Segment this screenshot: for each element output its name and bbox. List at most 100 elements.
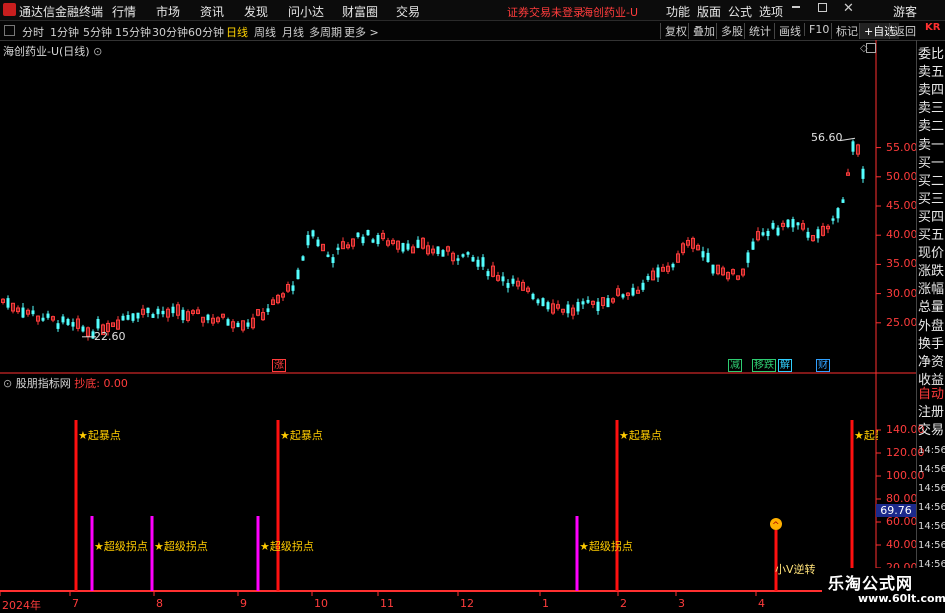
quote-field-label[interactable]: 涨幅 (918, 280, 945, 299)
candle-body (266, 308, 270, 312)
app-title: 通达信金融终端 (19, 5, 104, 19)
quote-field-label[interactable]: 买二 (918, 172, 945, 191)
login-warning[interactable]: 证券交易未登录 (507, 4, 584, 20)
quote-field-label[interactable]: 现价 (918, 244, 945, 263)
candle-body (136, 312, 140, 319)
period-tab-timeshare[interactable]: 分时 (22, 24, 44, 40)
guest-label[interactable]: 游客 (893, 3, 917, 20)
period-tab-monthly[interactable]: 月线 (282, 24, 304, 40)
quote-field-label[interactable]: 卖一 (918, 136, 945, 155)
multi-stock-button[interactable]: 多股 (716, 23, 747, 39)
window-toggle-icon[interactable] (866, 43, 876, 53)
menu-item-options[interactable]: 选项 (759, 3, 783, 20)
panel-action-0[interactable]: 自动 (918, 385, 945, 404)
tick-time: 14:56 (918, 445, 945, 456)
candle-body (746, 252, 750, 263)
quote-field-label[interactable]: 买五 (918, 226, 945, 245)
quote-field-label[interactable]: 涨跌 (918, 262, 945, 281)
menu-item-formula[interactable]: 公式 (728, 3, 752, 20)
quote-field-label[interactable]: 买四 (918, 208, 945, 227)
indicator-value-label: 抄底: (74, 377, 100, 390)
candle-body (376, 235, 380, 245)
period-tab-1min[interactable]: 1分钟 (50, 24, 79, 40)
tick-time: 14:56 (918, 483, 945, 494)
panel-action-2[interactable]: 交易 (918, 421, 945, 440)
period-tab-multi[interactable]: 多周期 (309, 24, 342, 40)
candle-body (581, 301, 585, 305)
high-price-label: 56.60 (811, 131, 843, 145)
f10-button[interactable]: F10 (804, 23, 833, 36)
quote-field-label[interactable]: 净资 (918, 353, 945, 372)
indicator-y-tick: 60.00 (886, 515, 918, 528)
candle-body (131, 313, 135, 321)
menu-item-discover[interactable]: 发现 (244, 3, 268, 20)
quote-field-label[interactable]: 总量 (918, 298, 945, 317)
kr-tag[interactable]: KR (925, 22, 945, 39)
candle-body (366, 230, 370, 236)
event-marker[interactable]: 移跌 (752, 359, 776, 372)
period-tab-60min[interactable]: 60分钟 (188, 24, 224, 40)
candle-body (711, 264, 715, 274)
menu-item-layout[interactable]: 版面 (697, 3, 721, 20)
main-chart-stock-title: 海创药业-U(日线) (3, 45, 90, 58)
menu-item-trade[interactable]: 交易 (396, 3, 420, 20)
quote-field-label[interactable]: 买一 (918, 154, 945, 173)
quote-field-label[interactable]: 买三 (918, 190, 945, 209)
close-icon[interactable]: ✕ (843, 1, 854, 16)
menu-item-quotes[interactable]: 行情 (112, 3, 136, 20)
quote-field-label[interactable]: 卖五 (918, 63, 945, 82)
period-checkbox-icon[interactable] (4, 25, 15, 36)
menu-item-ask[interactable]: 问小达 (288, 3, 324, 20)
candle-body (41, 317, 45, 321)
event-marker[interactable]: 涨 (272, 359, 286, 372)
draw-button[interactable]: 画线 (774, 23, 805, 39)
candle-body (836, 208, 840, 219)
candle-body (796, 222, 800, 226)
indicator-settings-icon[interactable]: ⊙ (3, 377, 12, 390)
x-axis-label: 9 (240, 597, 247, 610)
event-marker[interactable]: 财 (816, 359, 830, 372)
back-button[interactable]: 返回 (889, 23, 920, 39)
menu-item-news[interactable]: 资讯 (200, 3, 224, 20)
period-tab-15min[interactable]: 15分钟 (115, 24, 151, 40)
period-tab-more[interactable]: 更多 > (344, 24, 379, 40)
overlay-button[interactable]: 叠加 (688, 23, 719, 39)
menu-item-market[interactable]: 市场 (156, 3, 180, 20)
candle-body (671, 263, 675, 268)
minimize-icon[interactable] (792, 6, 800, 8)
candle-body (476, 259, 480, 267)
quote-field-label[interactable]: 换手 (918, 335, 945, 354)
candle-body (311, 230, 315, 237)
period-tab-30min[interactable]: 30分钟 (152, 24, 188, 40)
chart-settings-icon[interactable]: ⊙ (93, 45, 102, 58)
adjust-button[interactable]: 复权 (660, 23, 691, 39)
maximize-icon[interactable] (818, 3, 827, 12)
candle-body (146, 307, 150, 314)
menu-item-wealth[interactable]: 财富圈 (342, 3, 378, 20)
event-marker[interactable]: 解 (778, 359, 792, 372)
main-y-tick: 30.00 (886, 286, 918, 300)
main-y-tick: 45.00 (886, 199, 918, 212)
period-toolbar: 分时 1分钟 5分钟 15分钟 30分钟 60分钟 日线 周线 月线 多周期 更… (0, 21, 945, 41)
quote-field-label[interactable]: 外盘 (918, 317, 945, 336)
period-tab-daily[interactable]: 日线 (226, 24, 248, 40)
watermark-url: www.60lt.com (858, 592, 945, 605)
quote-field-label[interactable]: 委比 (918, 45, 945, 64)
period-tab-weekly[interactable]: 周线 (254, 24, 276, 40)
panel-action-1[interactable]: 注册 (918, 403, 945, 422)
indicator-name[interactable]: 股朋指标网 (16, 377, 71, 390)
tick-time: 14:56 (918, 464, 945, 475)
big-signal-bar (74, 420, 78, 591)
period-tab-5min[interactable]: 5分钟 (83, 24, 112, 40)
candle-body (306, 234, 310, 246)
event-marker[interactable]: 减 (728, 359, 742, 372)
quote-field-label[interactable]: 卖三 (918, 99, 945, 118)
stats-button[interactable]: 统计 (744, 23, 775, 39)
quote-field-label[interactable]: 卖四 (918, 81, 945, 100)
candle-body (96, 318, 100, 329)
candle-body (56, 323, 60, 329)
kline-chart[interactable]: ^ (0, 40, 916, 609)
menu-item-function[interactable]: 功能 (666, 3, 690, 20)
quote-field-label[interactable]: 卖二 (918, 117, 945, 136)
mark-button[interactable]: 标记 (831, 23, 862, 39)
